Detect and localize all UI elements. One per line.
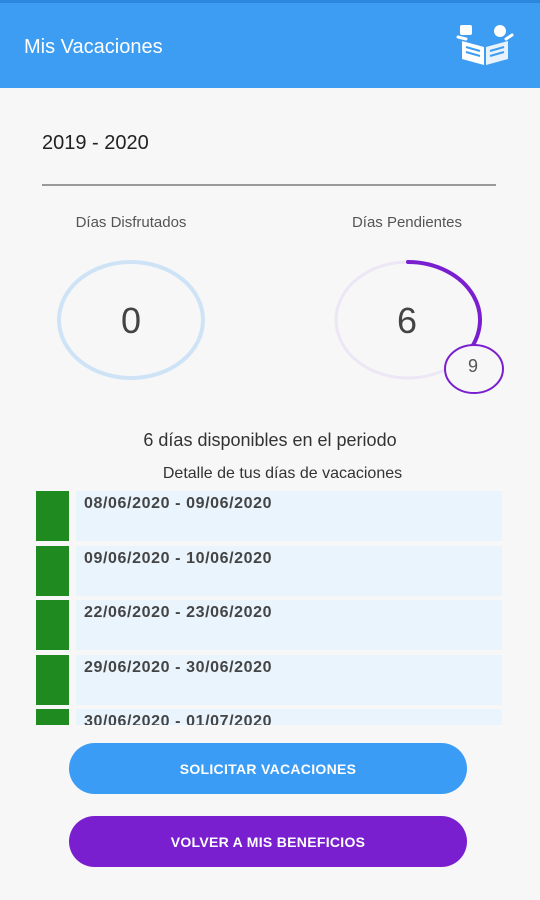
status-marker xyxy=(36,709,69,725)
vacation-dates: 09/06/2020 - 10/06/2020 xyxy=(84,550,273,567)
vacation-detail-title: Detalle de tus días de vacaciones xyxy=(162,465,403,482)
vacation-dates: 29/06/2020 - 30/06/2020 xyxy=(84,659,273,676)
back-to-benefits-button[interactable]: VOLVER A MIS BENEFICIOS xyxy=(69,816,467,867)
status-marker xyxy=(36,600,69,650)
list-item[interactable]: 30/06/2020 - 01/07/2020 xyxy=(36,709,502,725)
period-selector[interactable]: 2019 - 2020 xyxy=(42,132,149,155)
list-item[interactable]: 29/06/2020 - 30/06/2020 xyxy=(36,655,502,705)
pending-badge-value: 9 xyxy=(467,356,478,376)
vacation-dates: 30/06/2020 - 01/07/2020 xyxy=(84,713,273,725)
status-marker xyxy=(36,655,69,705)
vacation-dates: 22/06/2020 - 23/06/2020 xyxy=(84,604,273,621)
period-divider xyxy=(42,184,496,186)
list-item[interactable]: 09/06/2020 - 10/06/2020 xyxy=(36,546,502,596)
available-days-text: 6 días disponibles en el periodo xyxy=(143,430,397,450)
vacation-dates: 08/06/2020 - 09/06/2020 xyxy=(84,495,273,512)
app-title: Mis Vacaciones xyxy=(24,36,163,58)
request-vacation-button[interactable]: SOLICITAR VACACIONES xyxy=(69,743,467,794)
status-marker xyxy=(36,491,69,541)
vacation-list[interactable]: 08/06/2020 - 09/06/2020 09/06/2020 - 10/… xyxy=(36,491,502,725)
status-marker xyxy=(36,546,69,596)
enjoyed-days-label: Días Disfrutados xyxy=(75,214,187,231)
list-item[interactable]: 08/06/2020 - 09/06/2020 xyxy=(36,491,502,541)
list-item[interactable]: 22/06/2020 - 23/06/2020 xyxy=(36,600,502,650)
enjoyed-days-value: 0 xyxy=(120,300,142,341)
pending-days-label: Días Pendientes xyxy=(351,214,463,231)
pending-days-value: 6 xyxy=(396,300,418,341)
app-header: Mis Vacaciones xyxy=(0,0,540,88)
vacation-app-icon[interactable] xyxy=(456,21,514,67)
